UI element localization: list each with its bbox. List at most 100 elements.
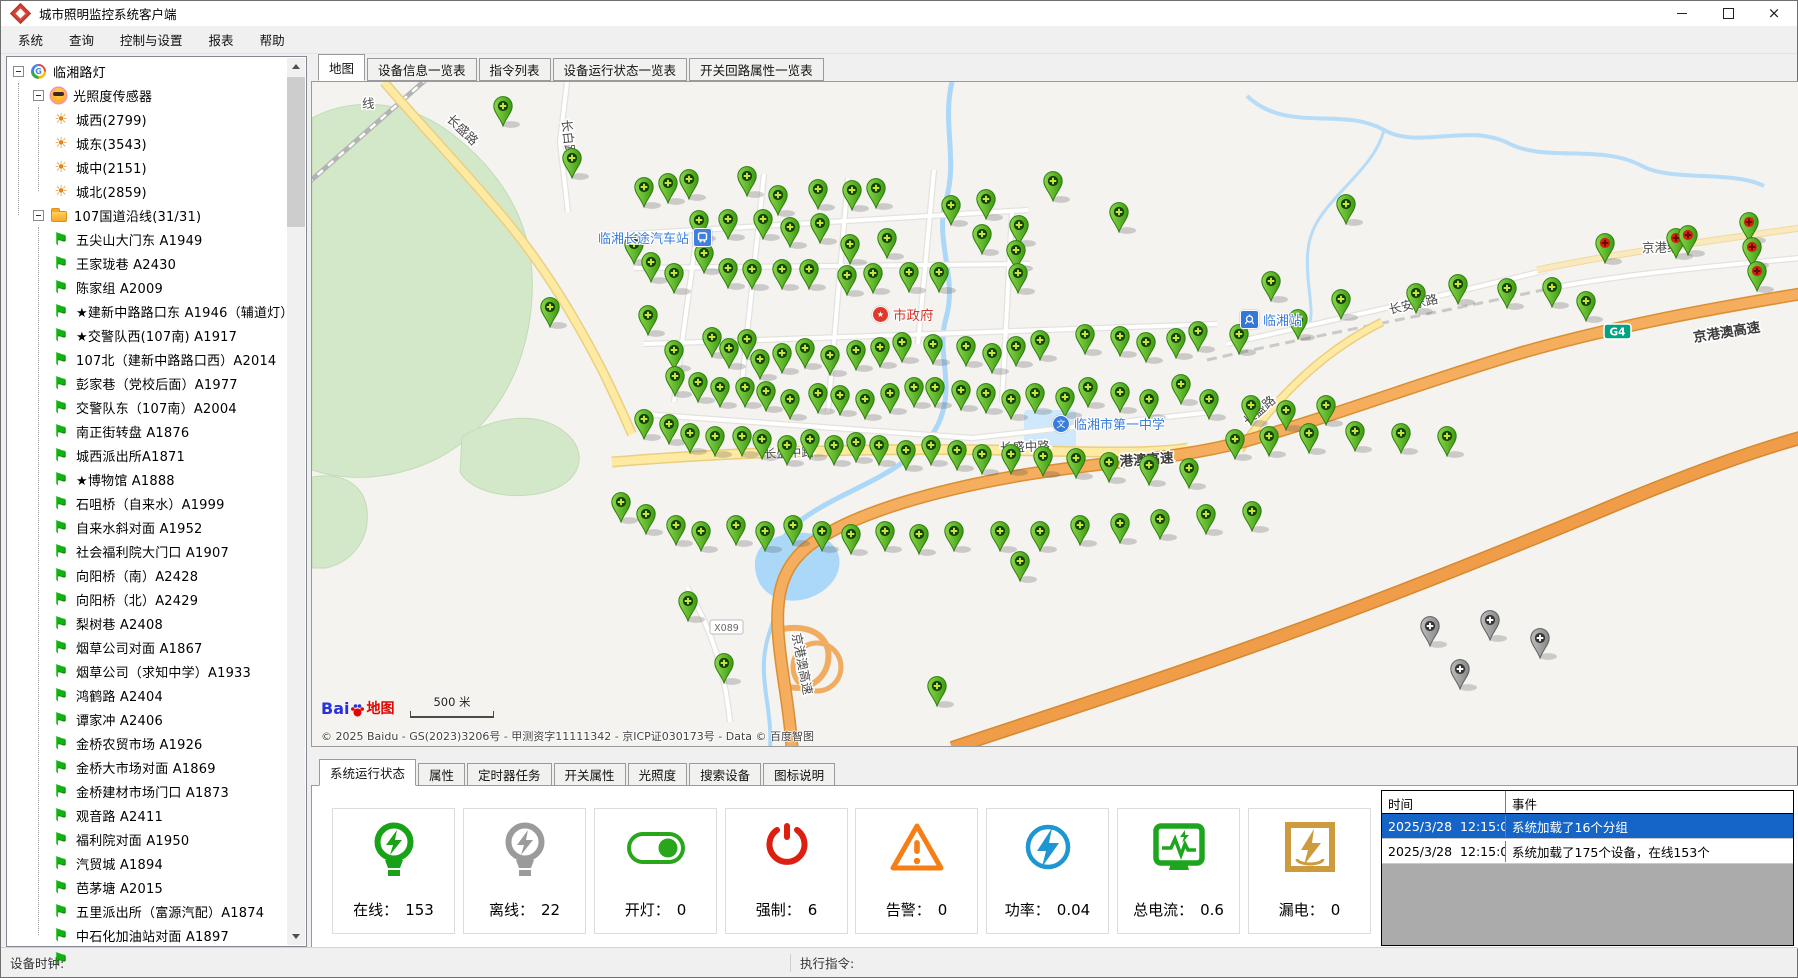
device-pin-online[interactable] <box>757 382 783 413</box>
device-pin-online[interactable] <box>773 260 799 291</box>
device-pin-online[interactable] <box>743 260 769 291</box>
tree-item[interactable]: ⚑城西派出所A1871 <box>9 443 308 467</box>
tree-item[interactable]: ☀城中(2151) <box>9 155 308 179</box>
poi-city-government[interactable]: ★ 市政府 <box>872 304 934 324</box>
device-pin-online[interactable] <box>809 384 835 415</box>
tree-item[interactable]: ⚑★建新中路路口东 A1946（辅道灯） <box>9 299 308 323</box>
device-pin-online[interactable] <box>1449 275 1475 306</box>
map-tab-1[interactable]: 设备信息一览表 <box>367 58 477 81</box>
device-pin-online[interactable] <box>893 333 919 364</box>
device-pin-online[interactable] <box>1262 272 1288 303</box>
tree-item[interactable]: ☀城北(2859) <box>9 179 308 203</box>
tree-item[interactable]: ⚑烟草公司（求知中学）A1933 <box>9 659 308 683</box>
device-pin-online[interactable] <box>541 298 567 329</box>
event-log-row-1[interactable]: 2025/3/28 12:15:08系统加载了175个设备，在线153个 <box>1382 839 1793 864</box>
device-pin-online[interactable] <box>878 229 904 260</box>
device-pin-online[interactable] <box>635 410 661 441</box>
panel-tab-1[interactable]: 属性 <box>418 763 465 786</box>
device-pin-online[interactable] <box>1031 522 1057 553</box>
device-pin-online[interactable] <box>1079 378 1105 409</box>
map-tab-2[interactable]: 指令列表 <box>479 58 551 81</box>
device-pin-online[interactable] <box>711 378 737 409</box>
device-pin-online[interactable] <box>637 505 663 536</box>
device-pin-online[interactable] <box>1172 375 1198 406</box>
device-pin-online[interactable] <box>922 436 948 467</box>
device-pin-online[interactable] <box>864 264 890 295</box>
device-pin-online[interactable] <box>754 210 780 241</box>
device-pin-online[interactable] <box>563 149 589 180</box>
device-pin-online[interactable] <box>945 522 971 553</box>
device-pin-online[interactable] <box>1346 422 1372 453</box>
device-pin-online[interactable] <box>801 430 827 461</box>
device-pin-online[interactable] <box>1189 322 1215 353</box>
device-pin-online[interactable] <box>719 210 745 241</box>
tree-item[interactable]: ⚑107北（建新中路路口西）A2014 <box>9 347 308 371</box>
device-pin-online[interactable] <box>1317 396 1343 427</box>
device-pin-online[interactable] <box>1026 384 1052 415</box>
device-pin-online[interactable] <box>1392 424 1418 455</box>
device-pin-online[interactable] <box>1111 383 1137 414</box>
device-pin-online[interactable] <box>1197 505 1223 536</box>
tree-item[interactable]: ⚑金桥农贸市场 A1926 <box>9 731 308 755</box>
device-pin-online[interactable] <box>1137 333 1163 364</box>
menu-item-4[interactable]: 帮助 <box>247 25 298 54</box>
map-tab-3[interactable]: 设备运行状态一览表 <box>553 58 688 81</box>
device-pin-online[interactable] <box>1260 427 1286 458</box>
device-pin-online[interactable] <box>942 196 968 227</box>
panel-tab-5[interactable]: 搜索设备 <box>689 763 761 786</box>
device-pin-online[interactable] <box>1243 502 1269 533</box>
device-pin-online[interactable] <box>841 235 867 266</box>
device-pin-online[interactable] <box>773 344 799 375</box>
device-pin-online[interactable] <box>881 384 907 415</box>
device-pin-online[interactable] <box>778 436 804 467</box>
device-pin-online[interactable] <box>1002 445 1028 476</box>
device-pin-online[interactable] <box>813 522 839 553</box>
tree-item[interactable]: ⚑陈家组 A2009 <box>9 275 308 299</box>
map-tab-0[interactable]: 地图 <box>318 54 365 81</box>
device-pin-online[interactable] <box>1277 401 1303 432</box>
device-pin-online[interactable] <box>642 253 668 284</box>
tree-item[interactable]: ⚑王家珑巷 A2430 <box>9 251 308 275</box>
device-pin-online[interactable] <box>900 263 926 294</box>
tree-item[interactable]: 临湘路灯 <box>9 59 308 83</box>
device-pin-online[interactable] <box>494 97 520 128</box>
device-pin-online[interactable] <box>957 337 983 368</box>
device-pin-online[interactable] <box>977 190 1003 221</box>
tree-item[interactable]: ⚑向阳桥（北）A2429 <box>9 587 308 611</box>
tree-item[interactable]: ⚑向阳桥（南）A2428 <box>9 563 308 587</box>
device-pin-online[interactable] <box>695 244 721 275</box>
device-pin-online[interactable] <box>679 592 705 623</box>
device-pin-online[interactable] <box>1180 459 1206 490</box>
device-pin-online[interactable] <box>1076 325 1102 356</box>
collapse-toggle-icon[interactable] <box>33 90 44 101</box>
panel-tab-0[interactable]: 系统运行状态 <box>319 759 416 786</box>
device-pin-online[interactable] <box>1151 510 1177 541</box>
poi-railway-station[interactable]: 临湘站 <box>1240 310 1302 329</box>
tree-item[interactable]: ☀城东(3543) <box>9 131 308 155</box>
device-pin-online[interactable] <box>781 218 807 249</box>
tree-item[interactable]: ⚑五尖山大门东 A1949 <box>9 227 308 251</box>
map-tab-4[interactable]: 开关回路属性一览表 <box>689 58 824 81</box>
device-pin-online[interactable] <box>800 260 826 291</box>
device-pin-online[interactable] <box>991 522 1017 553</box>
tree-item[interactable]: ⚑南正街转盘 A1876 <box>9 419 308 443</box>
device-pin-online[interactable] <box>928 677 954 708</box>
tree-item[interactable]: ⚑谭家冲 A2406 <box>9 707 308 731</box>
tree-item[interactable]: 107国道沿线(31/31) <box>9 203 308 227</box>
device-pin-forced[interactable] <box>1679 226 1705 257</box>
tree-item[interactable]: ⚑ <box>9 947 308 971</box>
tree-item[interactable]: 光照度传感器 <box>9 83 308 107</box>
device-pin-offline[interactable] <box>1481 611 1507 642</box>
tree-item[interactable]: ⚑梨树巷 A2408 <box>9 611 308 635</box>
maximize-button[interactable] <box>1705 1 1751 26</box>
device-pin-online[interactable] <box>1498 279 1524 310</box>
poi-school[interactable]: 文 临湘市第一中学 <box>1052 414 1165 433</box>
device-pin-online[interactable] <box>973 225 999 256</box>
device-pin-online[interactable] <box>1226 430 1252 461</box>
device-pin-online[interactable] <box>612 493 638 524</box>
tree-item[interactable]: ⚑★交警队西(107南) A1917 <box>9 323 308 347</box>
device-pin-online[interactable] <box>910 525 936 556</box>
device-pin-online[interactable] <box>843 181 869 212</box>
device-pin-online[interactable] <box>867 179 893 210</box>
device-pin-online[interactable] <box>1011 552 1037 583</box>
